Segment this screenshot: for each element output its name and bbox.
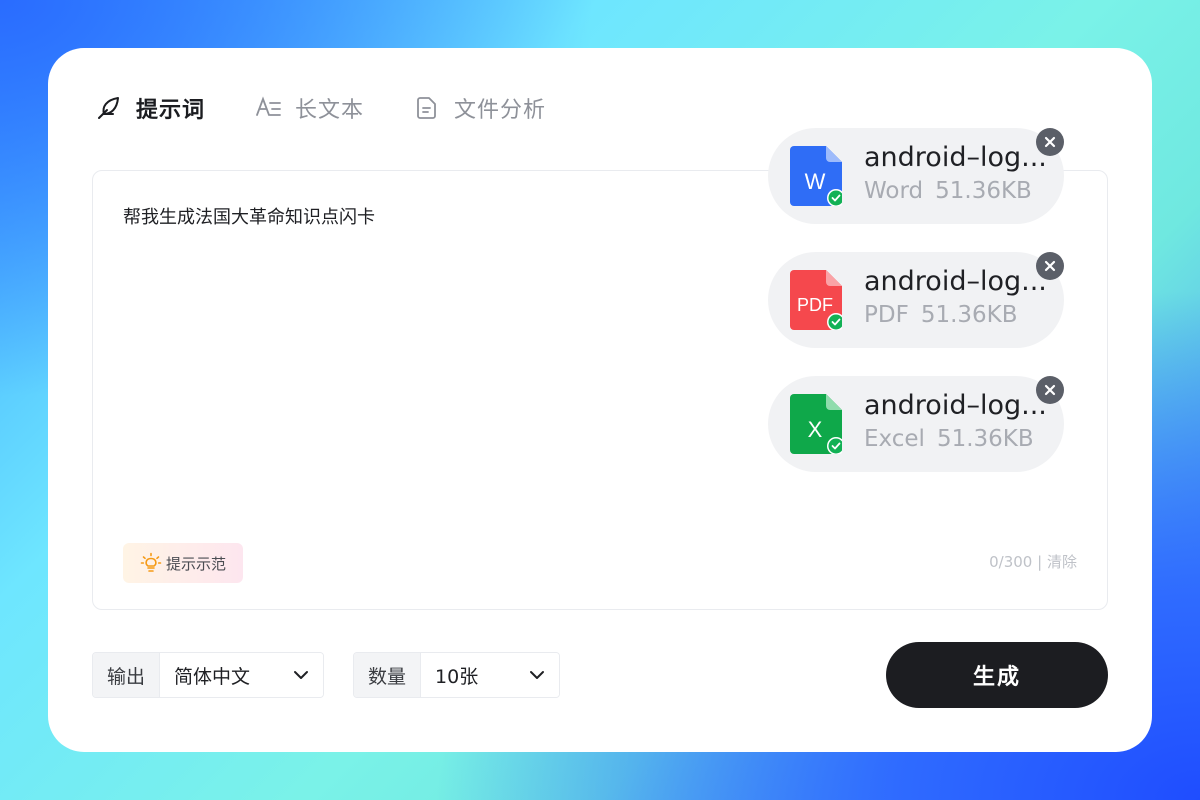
word-file-icon: W	[790, 146, 842, 206]
file-size: 51.36KB	[920, 302, 1018, 328]
file-type: Word	[864, 178, 924, 204]
remove-file-button[interactable]	[1036, 128, 1064, 156]
file-name: android–log...	[864, 266, 1047, 297]
count-select[interactable]: 数量 10张	[353, 652, 560, 698]
tab-label: 长文本	[295, 98, 365, 123]
file-badge: X	[808, 417, 823, 442]
text-icon	[255, 95, 281, 121]
lightbulb-icon	[140, 552, 162, 574]
tab-long-text[interactable]: 长文本	[255, 92, 364, 124]
tab-prompt[interactable]: 提示词	[96, 92, 205, 124]
file-name: android–log...	[864, 390, 1047, 421]
file-chip-pdf: PDF android–log... PDF 51.36KB	[768, 252, 1064, 348]
excel-file-icon: X	[790, 394, 842, 454]
prompt-example-label: 提示示范	[165, 554, 226, 573]
chevron-down-icon	[294, 671, 308, 679]
file-chip-excel: X android–log... Excel 51.36KB	[768, 376, 1064, 472]
file-meta: Excel 51.36KB	[864, 426, 1034, 452]
tab-file-analysis[interactable]: 文件分析	[414, 92, 546, 124]
close-icon	[1044, 260, 1056, 272]
output-language-select[interactable]: 输出 简体中文	[92, 652, 324, 698]
file-type: PDF	[864, 302, 909, 328]
main-card: 提示词 长文本 文件分析 帮我生成法国大革命知识点闪卡 提示示范 0/300 |…	[48, 48, 1152, 752]
mode-tabs: 提示词 长文本 文件分析	[96, 92, 596, 124]
prompt-example-button[interactable]: 提示示范	[123, 543, 243, 583]
output-label: 输出	[93, 653, 161, 697]
counter-separator: |	[1037, 553, 1043, 571]
tab-label: 提示词	[136, 98, 206, 123]
file-badge: W	[805, 169, 826, 194]
file-name: android–log...	[864, 142, 1047, 173]
count-value-box[interactable]: 10张	[421, 653, 559, 697]
remove-file-button[interactable]	[1036, 376, 1064, 404]
tab-label: 文件分析	[454, 98, 547, 123]
document-icon	[414, 95, 440, 121]
output-value-box[interactable]: 简体中文	[160, 653, 323, 697]
character-counter: 0/300 | 清除	[989, 551, 1077, 572]
count-value: 10张	[435, 665, 479, 688]
close-icon	[1044, 384, 1056, 396]
file-meta: Word 51.36KB	[864, 178, 1032, 204]
clear-button[interactable]: 清除	[1047, 553, 1077, 571]
prompt-text[interactable]: 帮我生成法国大革命知识点闪卡	[123, 203, 375, 229]
feather-icon	[96, 95, 122, 121]
file-size: 51.36KB	[935, 178, 1032, 204]
generate-button[interactable]: 生成	[886, 642, 1108, 708]
close-icon	[1044, 136, 1056, 148]
output-value: 简体中文	[174, 665, 251, 688]
file-badge: PDF	[797, 295, 833, 315]
remove-file-button[interactable]	[1036, 252, 1064, 280]
file-meta: PDF 51.36KB	[864, 302, 1018, 328]
counter-value: 0/300	[989, 553, 1033, 571]
count-label: 数量	[354, 653, 422, 697]
file-chip-word: W android–log... Word 51.36KB	[768, 128, 1064, 224]
pdf-file-icon: PDF	[790, 270, 842, 330]
chevron-down-icon	[530, 671, 544, 679]
file-type: Excel	[864, 426, 925, 452]
file-size: 51.36KB	[936, 426, 1034, 452]
